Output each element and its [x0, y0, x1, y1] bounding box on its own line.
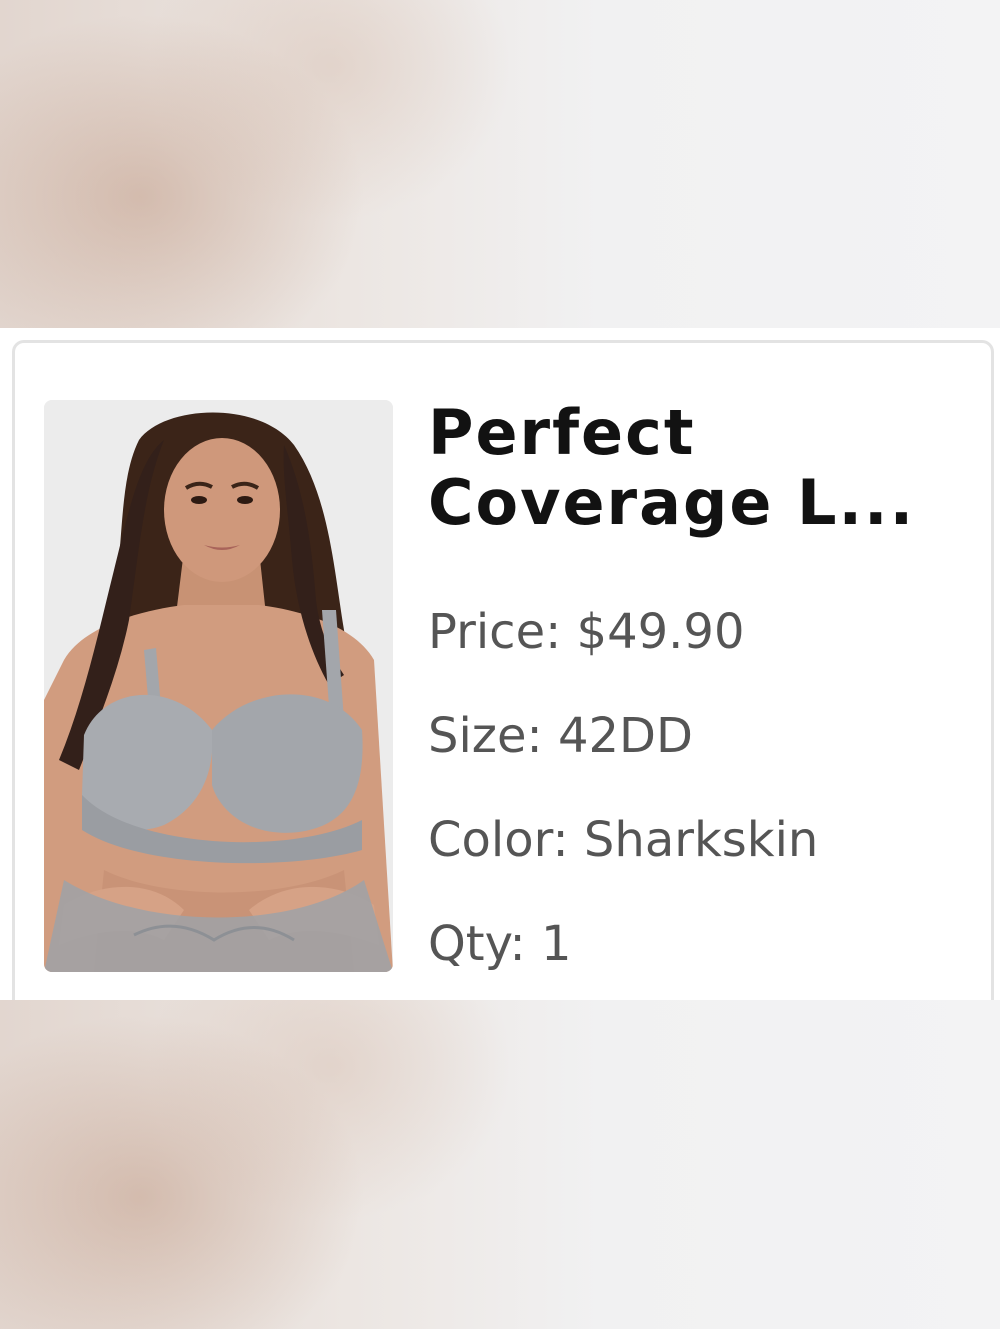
- cart-item-strip: Perfect Coverage L... Price: $49.90 Size…: [0, 328, 1000, 1000]
- color-value: Sharkskin: [583, 812, 819, 868]
- size-label: Size:: [428, 708, 543, 764]
- size-row: Size: 42DD: [428, 708, 693, 764]
- color-label: Color:: [428, 812, 569, 868]
- product-image[interactable]: [44, 400, 393, 972]
- color-row: Color: Sharkskin: [428, 812, 818, 868]
- product-title[interactable]: Perfect Coverage L...: [428, 398, 973, 538]
- blurred-background-bottom: [0, 1000, 1000, 1329]
- price-row: Price: $49.90: [428, 604, 744, 660]
- price-value: $49.90: [576, 604, 745, 660]
- size-value: 42DD: [557, 708, 693, 764]
- quantity-value: 1: [540, 916, 572, 972]
- quantity-label: Qty:: [428, 916, 526, 972]
- price-label: Price:: [428, 604, 562, 660]
- quantity-row: Qty: 1: [428, 916, 572, 972]
- product-info: Perfect Coverage L... Price: $49.90 Size…: [428, 398, 988, 973]
- blurred-background-top: [0, 0, 1000, 328]
